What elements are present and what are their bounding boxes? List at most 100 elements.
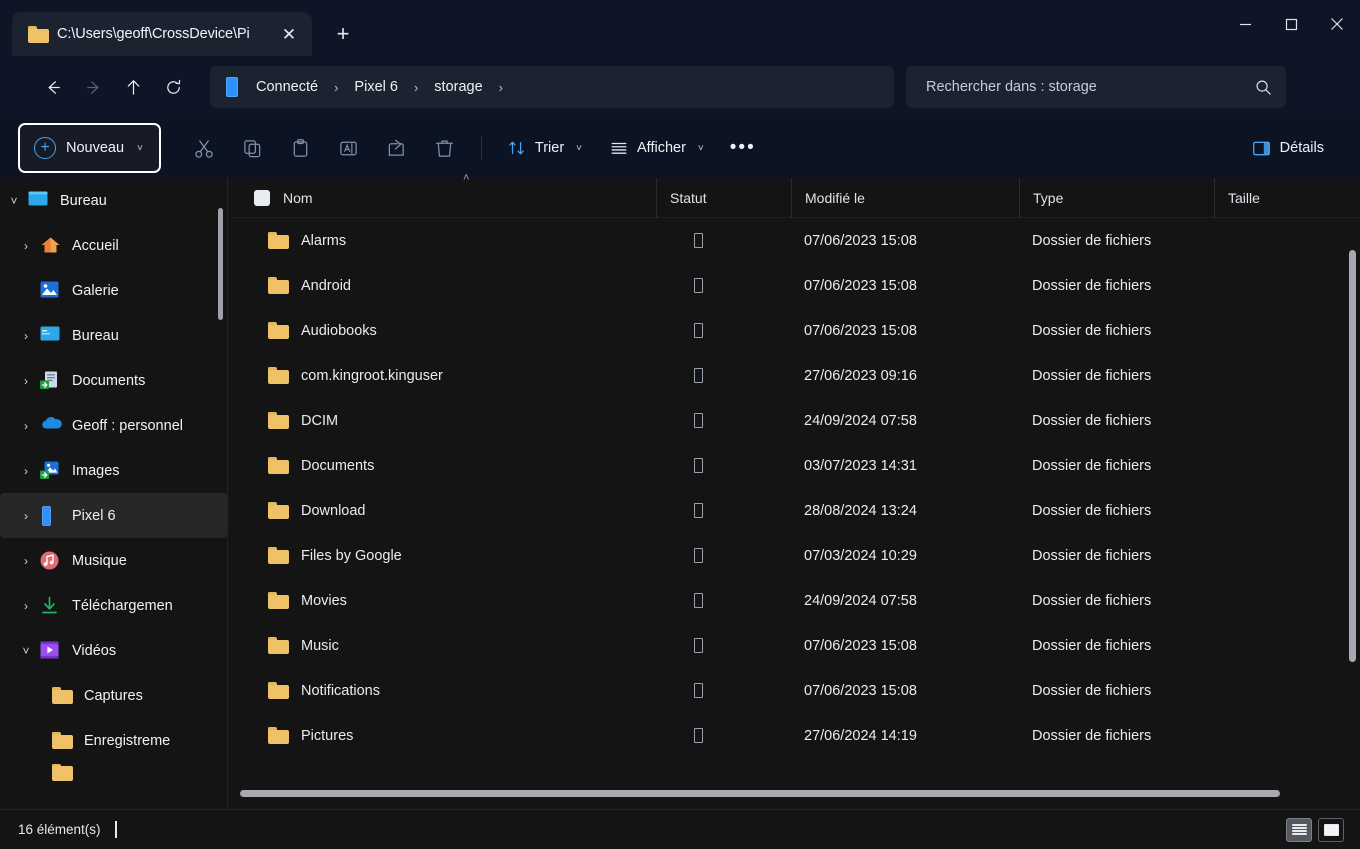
sidebar-scrollbar-thumb[interactable] <box>218 208 223 320</box>
file-name-cell[interactable]: Music <box>228 623 656 668</box>
sidebar-item-accueil[interactable]: › Accueil <box>0 223 227 268</box>
chevron-down-icon[interactable]: ˅ <box>0 195 28 207</box>
table-row[interactable]: Alarms 07/06/2023 15:08 Dossier de fichi… <box>228 218 1360 263</box>
file-name-cell[interactable]: Movies <box>228 578 656 623</box>
sidebar-item-enregistrements[interactable]: Enregistreme <box>0 718 227 763</box>
sidebar-item-pixel-6[interactable]: › Pixel 6 <box>0 493 227 538</box>
table-row[interactable]: DCIM 24/09/2024 07:58 Dossier de fichier… <box>228 398 1360 443</box>
sidebar-item-captures[interactable]: Captures <box>0 673 227 718</box>
maximize-button[interactable] <box>1268 0 1314 48</box>
search-icon[interactable] <box>1255 79 1272 96</box>
delete-button[interactable] <box>423 127 467 169</box>
file-size-cell <box>1214 218 1334 263</box>
sidebar-item-documents[interactable]: › Documents <box>0 358 227 403</box>
refresh-button[interactable] <box>154 68 192 106</box>
more-options-button[interactable]: ••• <box>720 127 766 169</box>
rename-button[interactable] <box>327 127 371 169</box>
column-header-name[interactable]: Nom ˄ <box>228 178 656 218</box>
sidebar-item-label: Bureau <box>60 193 107 209</box>
details-pane-button[interactable]: Détails <box>1240 127 1336 169</box>
column-header-size[interactable]: Taille <box>1214 178 1334 218</box>
vertical-scrollbar-thumb[interactable] <box>1349 250 1356 662</box>
file-size-cell <box>1214 623 1334 668</box>
file-modified-cell: 07/06/2023 15:08 <box>791 218 1019 263</box>
cut-button[interactable] <box>183 127 227 169</box>
breadcrumb-item-1[interactable]: Pixel 6 <box>346 75 406 99</box>
sidebar-item-telechargements[interactable]: › Téléchargemen <box>0 583 227 628</box>
sidebar-item-label: Documents <box>72 373 145 389</box>
table-row[interactable]: Files by Google 07/03/2024 10:29 Dossier… <box>228 533 1360 578</box>
sidebar-scrollbar[interactable] <box>218 200 223 788</box>
sort-button[interactable]: Trier ˅ <box>496 127 594 169</box>
file-name-cell[interactable]: DCIM <box>228 398 656 443</box>
file-name-cell[interactable]: Download <box>228 488 656 533</box>
new-button[interactable]: + Nouveau ˅ <box>18 123 161 173</box>
sidebar-item-partial[interactable] <box>0 763 227 781</box>
sidebar-item-bureau[interactable]: › Bureau <box>0 313 227 358</box>
table-row[interactable]: Audiobooks 07/06/2023 15:08 Dossier de f… <box>228 308 1360 353</box>
chevron-right-icon[interactable]: › <box>12 510 40 522</box>
file-size-cell <box>1214 263 1334 308</box>
chevron-right-icon[interactable]: › <box>493 80 509 95</box>
close-tab-icon[interactable]: ✕ <box>274 19 304 49</box>
forward-button[interactable] <box>74 68 112 106</box>
chevron-right-icon[interactable]: › <box>12 420 40 432</box>
sidebar-item-musique[interactable]: › Musique <box>0 538 227 583</box>
file-name-cell[interactable]: Documents <box>228 443 656 488</box>
view-button[interactable]: Afficher ˅ <box>598 127 716 169</box>
table-row[interactable]: Music 07/06/2023 15:08 Dossier de fichie… <box>228 623 1360 668</box>
table-row[interactable]: Pictures 27/06/2024 14:19 Dossier de fic… <box>228 713 1360 758</box>
chevron-right-icon[interactable]: › <box>12 240 40 252</box>
paste-button[interactable] <box>279 127 323 169</box>
icons-view-toggle[interactable] <box>1318 818 1344 842</box>
file-name-cell[interactable]: Alarms <box>228 218 656 263</box>
minimize-button[interactable] <box>1222 0 1268 48</box>
breadcrumb-item-2[interactable]: storage <box>426 75 490 99</box>
file-name-cell[interactable]: Notifications <box>228 668 656 713</box>
sidebar-item-bureau-root[interactable]: ˅ Bureau <box>0 178 227 223</box>
chevron-right-icon[interactable]: › <box>12 375 40 387</box>
file-name-cell[interactable]: Android <box>228 263 656 308</box>
close-window-button[interactable] <box>1314 0 1360 48</box>
select-all-checkbox[interactable] <box>254 190 270 206</box>
breadcrumb[interactable]: Connecté › Pixel 6 › storage › <box>210 66 894 108</box>
chevron-down-icon[interactable]: ˅ <box>12 645 40 657</box>
chevron-right-icon[interactable]: › <box>12 555 40 567</box>
table-row[interactable]: Download 28/08/2024 13:24 Dossier de fic… <box>228 488 1360 533</box>
sidebar-item-galerie[interactable]: Galerie <box>0 268 227 313</box>
column-header-modified[interactable]: Modifié le <box>791 178 1019 218</box>
column-header-status[interactable]: Statut <box>656 178 791 218</box>
table-row[interactable]: Movies 24/09/2024 07:58 Dossier de fichi… <box>228 578 1360 623</box>
file-modified-cell: 03/07/2023 14:31 <box>791 443 1019 488</box>
horizontal-scrollbar-thumb[interactable] <box>240 790 1280 797</box>
details-view-toggle[interactable] <box>1286 818 1312 842</box>
up-button[interactable] <box>114 68 152 106</box>
sidebar-item-videos[interactable]: ˅ Vidéos <box>0 628 227 673</box>
table-row[interactable]: Android 07/06/2023 15:08 Dossier de fich… <box>228 263 1360 308</box>
tab-current[interactable]: C:\Users\geoff\CrossDevice\Pi ✕ <box>12 12 312 56</box>
table-row[interactable]: Documents 03/07/2023 14:31 Dossier de fi… <box>228 443 1360 488</box>
vertical-scrollbar[interactable] <box>1351 218 1358 787</box>
share-button[interactable] <box>375 127 419 169</box>
file-name-cell[interactable]: Files by Google <box>228 533 656 578</box>
breadcrumb-item-0[interactable]: Connecté <box>248 75 326 99</box>
sidebar-item-onedrive[interactable]: › Geoff : personnel <box>0 403 227 448</box>
file-name-cell[interactable]: Pictures <box>228 713 656 758</box>
sidebar-item-images[interactable]: › Images <box>0 448 227 493</box>
chevron-right-icon[interactable]: › <box>12 330 40 342</box>
new-tab-button[interactable]: + <box>326 17 360 51</box>
folder-icon <box>52 687 73 704</box>
sort-icon <box>508 139 526 157</box>
chevron-down-icon[interactable]: ˅ <box>137 143 143 154</box>
chevron-right-icon[interactable]: › <box>12 465 40 477</box>
column-header-type[interactable]: Type <box>1019 178 1214 218</box>
file-name-cell[interactable]: Audiobooks <box>228 308 656 353</box>
back-button[interactable] <box>34 68 72 106</box>
file-name-cell[interactable]: com.kingroot.kinguser <box>228 353 656 398</box>
table-row[interactable]: Notifications 07/06/2023 15:08 Dossier d… <box>228 668 1360 713</box>
copy-button[interactable] <box>231 127 275 169</box>
table-row[interactable]: com.kingroot.kinguser 27/06/2023 09:16 D… <box>228 353 1360 398</box>
chevron-right-icon[interactable]: › <box>12 600 40 612</box>
view-label: Afficher <box>637 140 686 156</box>
search-input[interactable]: Rechercher dans : storage <box>906 66 1286 108</box>
